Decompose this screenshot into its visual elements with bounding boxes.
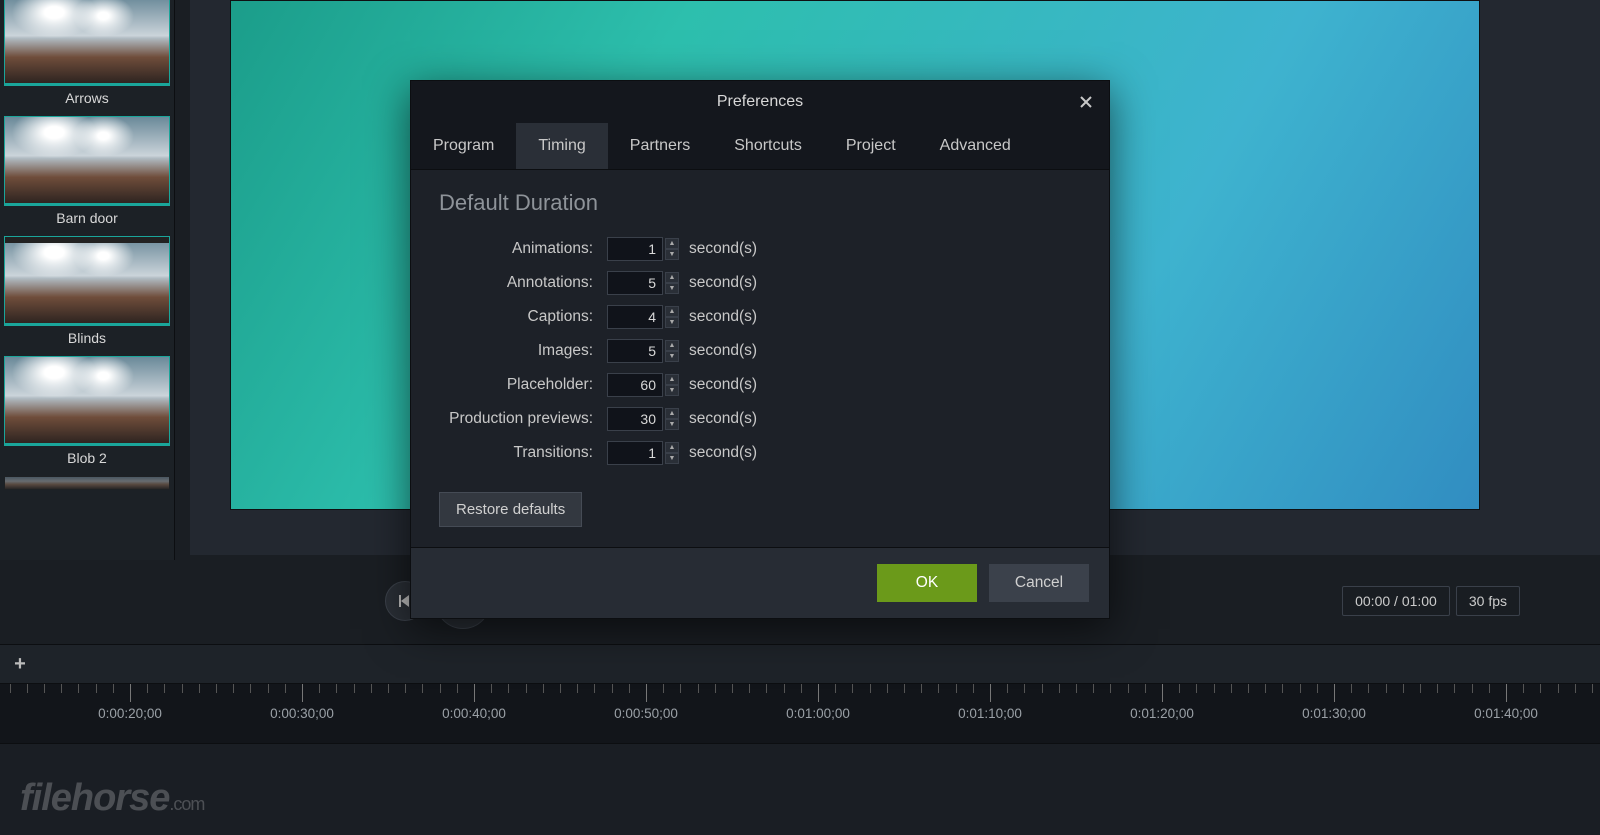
fps-display[interactable]: 30 fps (1456, 586, 1520, 616)
transition-item[interactable]: Blinds (4, 236, 170, 356)
tab-partners[interactable]: Partners (608, 123, 712, 169)
duration-field: Production previews:▲▼second(s) (439, 402, 1081, 436)
watermark: filehorse.com (20, 777, 204, 820)
spin-down-button[interactable]: ▼ (665, 283, 679, 294)
transition-label: Arrows (4, 86, 170, 116)
transition-thumb[interactable] (4, 116, 170, 206)
tab-project[interactable]: Project (824, 123, 918, 169)
unit-label: second(s) (689, 240, 757, 258)
spin-down-button[interactable]: ▼ (665, 351, 679, 362)
ruler-tick-label: 0:00:30;00 (270, 706, 334, 721)
tab-timing[interactable]: Timing (516, 123, 607, 169)
duration-input[interactable] (607, 305, 663, 329)
duration-input[interactable] (607, 271, 663, 295)
spin-up-button[interactable]: ▲ (665, 272, 679, 283)
duration-field: Captions:▲▼second(s) (439, 300, 1081, 334)
transition-label: Blob 2 (4, 446, 170, 476)
spin-up-button[interactable]: ▲ (665, 374, 679, 385)
ruler-tick-label: 0:01:30;00 (1302, 706, 1366, 721)
dialog-tabs: ProgramTimingPartnersShortcutsProjectAdv… (411, 123, 1109, 170)
spinbox: ▲▼ (607, 373, 679, 397)
duration-input[interactable] (607, 237, 663, 261)
duration-input[interactable] (607, 441, 663, 465)
field-label: Annotations: (439, 274, 607, 292)
spin-down-button[interactable]: ▼ (665, 317, 679, 328)
spinbox: ▲▼ (607, 271, 679, 295)
watermark-brand: filehorse (20, 777, 169, 819)
spin-up-button[interactable]: ▲ (665, 306, 679, 317)
transition-label: Blinds (4, 326, 170, 356)
restore-defaults-button[interactable]: Restore defaults (439, 492, 582, 527)
unit-label: second(s) (689, 308, 757, 326)
spinbox: ▲▼ (607, 407, 679, 431)
field-label: Placeholder: (439, 376, 607, 394)
spin-up-button[interactable]: ▲ (665, 340, 679, 351)
spin-up-button[interactable]: ▲ (665, 408, 679, 419)
transition-thumb[interactable] (4, 356, 170, 446)
duration-field: Placeholder:▲▼second(s) (439, 368, 1081, 402)
duration-field: Annotations:▲▼second(s) (439, 266, 1081, 300)
spin-down-button[interactable]: ▼ (665, 453, 679, 464)
spin-down-button[interactable]: ▼ (665, 419, 679, 430)
transition-item[interactable]: Blob 2 (4, 356, 170, 476)
field-label: Production previews: (439, 410, 607, 428)
dialog-titlebar: Preferences (411, 81, 1109, 123)
unit-label: second(s) (689, 274, 757, 292)
ruler-tick-label: 0:01:10;00 (958, 706, 1022, 721)
spinbox: ▲▼ (607, 237, 679, 261)
timeline-ruler[interactable]: 0:00:20;00 0:00:30;00 0:00:40;00 0:00:50;00… (0, 684, 1600, 744)
spin-down-button[interactable]: ▼ (665, 385, 679, 396)
duration-field: Transitions:▲▼second(s) (439, 436, 1081, 470)
transition-thumb[interactable] (4, 476, 170, 490)
field-label: Animations: (439, 240, 607, 258)
transition-label: Barn door (4, 206, 170, 236)
spin-up-button[interactable]: ▲ (665, 238, 679, 249)
ruler-tick-label: 0:00:20;00 (98, 706, 162, 721)
transition-item[interactable] (4, 476, 170, 490)
dialog-title: Preferences (717, 93, 803, 111)
transition-item[interactable]: Arrows (4, 0, 170, 116)
transition-item[interactable]: Barn door (4, 116, 170, 236)
dialog-body: Default Duration Animations:▲▼second(s)A… (411, 170, 1109, 547)
duration-input[interactable] (607, 373, 663, 397)
unit-label: second(s) (689, 410, 757, 428)
spinbox: ▲▼ (607, 339, 679, 363)
transition-thumb[interactable] (4, 236, 170, 326)
unit-label: second(s) (689, 444, 757, 462)
spinbox: ▲▼ (607, 441, 679, 465)
cancel-button[interactable]: Cancel (989, 564, 1089, 602)
tab-advanced[interactable]: Advanced (918, 123, 1033, 169)
tab-shortcuts[interactable]: Shortcuts (712, 123, 824, 169)
spin-down-button[interactable]: ▼ (665, 249, 679, 260)
duration-field: Animations:▲▼second(s) (439, 232, 1081, 266)
duration-input[interactable] (607, 407, 663, 431)
unit-label: second(s) (689, 342, 757, 360)
time-display: 00:00 / 01:00 (1342, 586, 1450, 616)
duration-input[interactable] (607, 339, 663, 363)
field-label: Images: (439, 342, 607, 360)
field-label: Transitions: (439, 444, 607, 462)
timeline-tracks[interactable] (0, 744, 1600, 835)
unit-label: second(s) (689, 376, 757, 394)
ruler-tick-label: 0:01:20;00 (1130, 706, 1194, 721)
watermark-suffix: .com (169, 794, 204, 814)
transition-thumb[interactable] (4, 0, 170, 86)
duration-field: Images:▲▼second(s) (439, 334, 1081, 368)
ruler-tick-label: 0:01:40;00 (1474, 706, 1538, 721)
add-track-button[interactable]: + (0, 644, 40, 684)
transitions-panel: Arrows Barn door Blinds Blob 2 (0, 0, 175, 560)
spinbox: ▲▼ (607, 305, 679, 329)
ok-button[interactable]: OK (877, 564, 977, 602)
ruler-tick-label: 0:00:50;00 (614, 706, 678, 721)
preferences-dialog: Preferences ProgramTimingPartnersShortcu… (410, 80, 1110, 619)
tab-program[interactable]: Program (411, 123, 516, 169)
section-title: Default Duration (439, 190, 1081, 216)
dialog-footer: OK Cancel (411, 547, 1109, 618)
close-button[interactable] (1073, 89, 1099, 115)
spin-up-button[interactable]: ▲ (665, 442, 679, 453)
field-label: Captions: (439, 308, 607, 326)
ruler-tick-label: 0:01:00;00 (786, 706, 850, 721)
timeline-header: + (0, 644, 1600, 684)
ruler-tick-label: 0:00:40;00 (442, 706, 506, 721)
